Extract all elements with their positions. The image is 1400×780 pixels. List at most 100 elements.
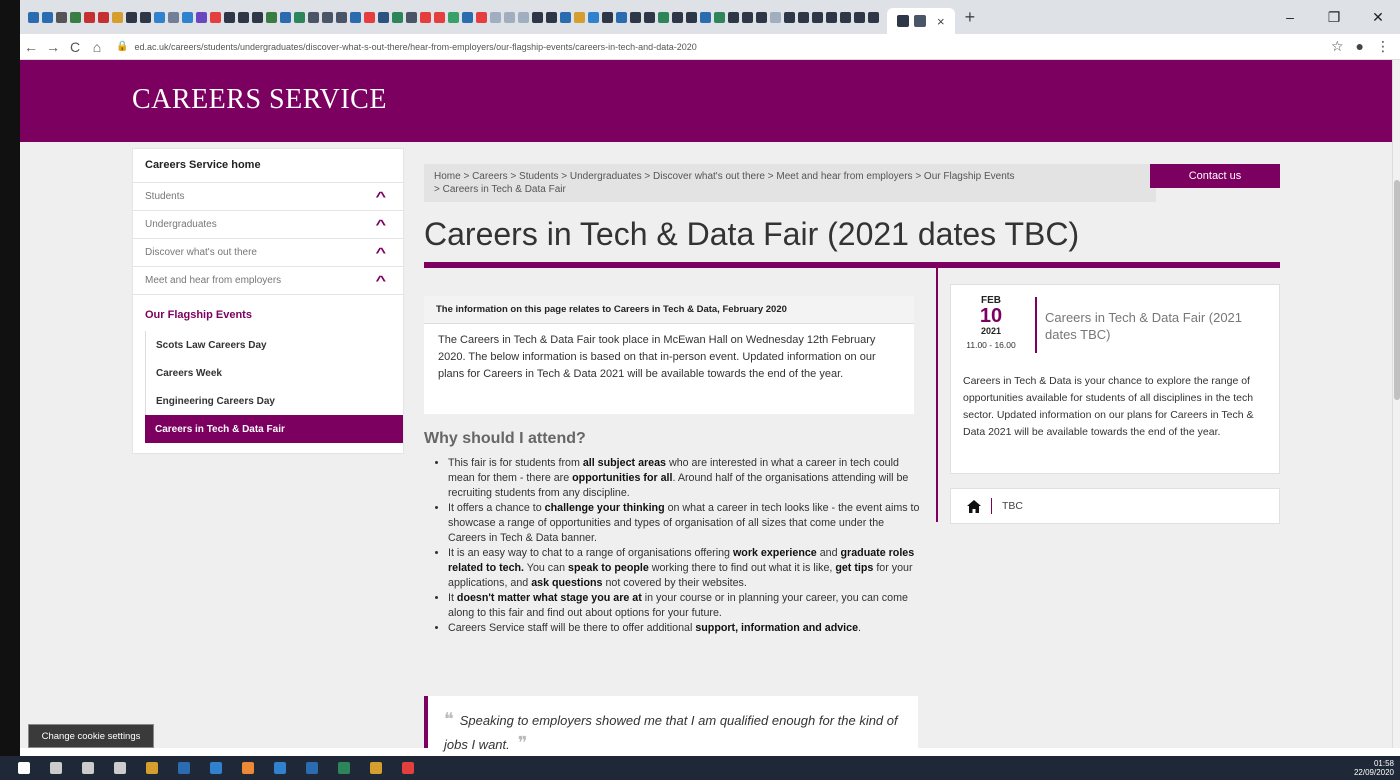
tab-favicon-icon[interactable]	[280, 11, 291, 23]
contact-us-button[interactable]: Contact us	[1150, 164, 1280, 188]
taskbar-app-icon[interactable]	[168, 756, 200, 780]
tab-favicon-icon[interactable]	[630, 11, 641, 23]
tab-favicon-icon[interactable]	[224, 11, 235, 23]
tab-favicon-icon[interactable]	[182, 11, 193, 23]
tab-favicon-icon[interactable]	[238, 11, 249, 23]
page-scrollbar[interactable]	[1392, 60, 1400, 748]
tab-favicon-icon[interactable]	[140, 11, 151, 23]
taskbar-app-icon[interactable]	[40, 756, 72, 780]
menu-icon[interactable]: ⋮	[1376, 38, 1390, 55]
tab-favicon-icon[interactable]	[406, 11, 417, 23]
tab-favicon-icon[interactable]	[812, 11, 823, 23]
tab-favicon-icon[interactable]	[644, 11, 655, 23]
taskbar-app-icon[interactable]	[104, 756, 136, 780]
tab-favicon-icon[interactable]	[420, 11, 431, 23]
tab-favicon-icon[interactable]	[868, 11, 879, 23]
scrollbar-thumb[interactable]	[1394, 180, 1400, 400]
tab-favicon-icon[interactable]	[854, 11, 865, 23]
tab-favicon-icon[interactable]	[728, 11, 739, 23]
new-tab-button[interactable]: +	[965, 7, 976, 28]
sidebar-item-undergraduates[interactable]: Undergraduates ^	[133, 211, 403, 239]
tab-favicon-icon[interactable]	[266, 11, 277, 23]
tab-favicon-icon[interactable]	[602, 11, 613, 23]
tab-favicon-icon[interactable]	[322, 11, 333, 23]
home-icon[interactable]: ⌂	[86, 39, 108, 55]
tab-favicon-icon[interactable]	[742, 11, 753, 23]
tab-favicon-icon[interactable]	[56, 11, 67, 23]
lock-icon[interactable]: 🔒	[116, 41, 128, 52]
tab-favicon-icon[interactable]	[168, 11, 179, 23]
tab-favicon-icon[interactable]	[714, 11, 725, 23]
tab-favicon-icon[interactable]	[686, 11, 697, 23]
sidebar-item-home[interactable]: Careers Service home	[133, 149, 403, 183]
taskbar-app-icon[interactable]	[200, 756, 232, 780]
maximize-icon[interactable]: ❐	[1312, 9, 1356, 26]
tab-favicon-icon[interactable]	[154, 11, 165, 23]
url-field[interactable]: ed.ac.uk/careers/students/undergraduates…	[134, 42, 696, 52]
taskbar-app-icon[interactable]	[328, 756, 360, 780]
sidebar-item-engineering[interactable]: Engineering Careers Day	[145, 387, 403, 415]
site-title[interactable]: CAREERS SERVICE	[132, 84, 387, 116]
tab-favicon-icon[interactable]	[574, 11, 585, 23]
tab-favicon-icon[interactable]	[658, 11, 669, 23]
tab-favicon-icon[interactable]	[546, 11, 557, 23]
tab-favicon-icon[interactable]	[518, 11, 529, 23]
tab-favicon-icon[interactable]	[364, 11, 375, 23]
tab-favicon-icon[interactable]	[42, 11, 53, 23]
tab-favicon-icon[interactable]	[434, 11, 445, 23]
tab-close-icon[interactable]: ×	[937, 14, 945, 29]
taskbar-app-icon[interactable]	[136, 756, 168, 780]
taskbar-app-icon[interactable]	[72, 756, 104, 780]
forward-icon[interactable]: →	[42, 39, 64, 55]
tab-favicon-icon[interactable]	[70, 11, 81, 23]
taskbar-app-icon[interactable]	[232, 756, 264, 780]
tab-favicon-icon[interactable]	[798, 11, 809, 23]
tab-favicon-icon[interactable]	[252, 11, 263, 23]
sidebar-item-discover[interactable]: Discover what's out there ^	[133, 239, 403, 267]
taskbar-app-icon[interactable]	[392, 756, 424, 780]
sidebar-item-students[interactable]: Students ^	[133, 183, 403, 211]
tab-favicon-icon[interactable]	[98, 11, 109, 23]
back-icon[interactable]: ←	[20, 39, 42, 55]
cookie-settings-button[interactable]: Change cookie settings	[28, 724, 154, 748]
tab-favicon-icon[interactable]	[392, 11, 403, 23]
chevron-up-icon[interactable]: ^	[376, 189, 387, 204]
tab-favicon-icon[interactable]	[588, 11, 599, 23]
tab-favicon-icon[interactable]	[490, 11, 501, 23]
taskbar-app-icon[interactable]	[296, 756, 328, 780]
tab-favicon-icon[interactable]	[448, 11, 459, 23]
minimize-icon[interactable]: –	[1268, 9, 1312, 25]
reload-icon[interactable]: C	[64, 39, 86, 55]
tab-favicon-icon[interactable]	[476, 11, 487, 23]
tab-favicon-icon[interactable]	[294, 11, 305, 23]
tab-favicon-icon[interactable]	[126, 11, 137, 23]
taskbar-clock[interactable]: 01:58 22/09/2020	[1354, 759, 1394, 777]
taskbar-app-icon[interactable]	[360, 756, 392, 780]
breadcrumb-trail[interactable]: Home > Careers > Students > Undergraduat…	[434, 170, 1146, 183]
tab-favicon-icon[interactable]	[336, 11, 347, 23]
tab-favicon-icon[interactable]	[84, 11, 95, 23]
tab-favicon-icon[interactable]	[616, 11, 627, 23]
tab-favicon-icon[interactable]	[196, 11, 207, 23]
tab-favicon-icon[interactable]	[504, 11, 515, 23]
tab-favicon-icon[interactable]	[112, 11, 123, 23]
sidebar-section-flagship[interactable]: Our Flagship Events	[133, 295, 403, 331]
chevron-up-icon[interactable]: ^	[376, 273, 387, 288]
bookmark-star-icon[interactable]: ☆	[1331, 38, 1344, 55]
tab-favicon-icon[interactable]	[826, 11, 837, 23]
sidebar-item-scots-law[interactable]: Scots Law Careers Day	[145, 331, 403, 359]
sidebar-item-tech-data-fair[interactable]: Careers in Tech & Data Fair	[145, 415, 403, 443]
tab-favicon-icon[interactable]	[28, 11, 39, 23]
chevron-up-icon[interactable]: ^	[376, 217, 387, 232]
tab-favicon-icon[interactable]	[350, 11, 361, 23]
start-menu-icon[interactable]	[8, 756, 40, 780]
tab-favicon-icon[interactable]	[210, 11, 221, 23]
sidebar-item-careers-week[interactable]: Careers Week	[145, 359, 403, 387]
tab-favicon-icon[interactable]	[784, 11, 795, 23]
close-window-icon[interactable]: ✕	[1356, 9, 1400, 26]
tab-favicon-icon[interactable]	[756, 11, 767, 23]
tab-favicon-icon[interactable]	[560, 11, 571, 23]
tab-favicon-icon[interactable]	[770, 11, 781, 23]
profile-icon[interactable]: ●	[1356, 38, 1364, 55]
active-tab[interactable]: ×	[887, 8, 955, 34]
